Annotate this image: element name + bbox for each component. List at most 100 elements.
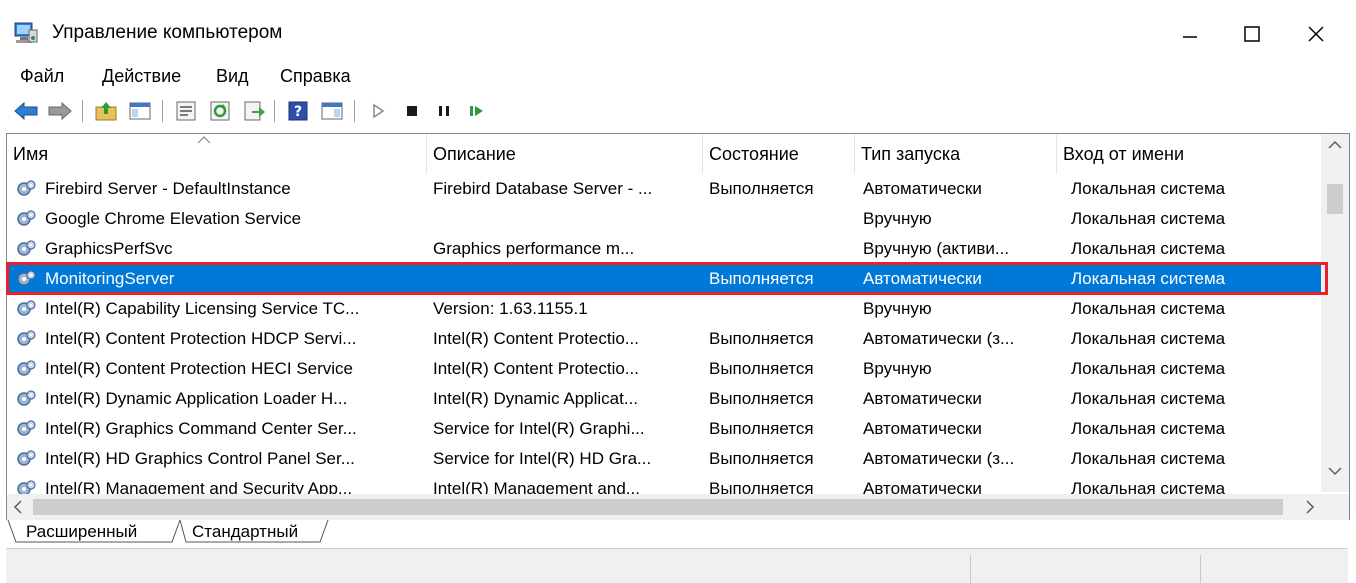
minimize-button[interactable] <box>1160 12 1220 56</box>
services-list[interactable]: Имя Описание Состояние Тип запуска Вход … <box>6 133 1350 521</box>
column-header: Имя Описание Состояние Тип запуска Вход … <box>7 134 1319 174</box>
properties-button[interactable] <box>172 98 200 124</box>
cell-status: Выполняется <box>709 359 814 378</box>
menu-action[interactable]: Действие <box>100 64 183 89</box>
menu-view[interactable]: Вид <box>214 64 251 89</box>
cell-startup: Вручную <box>863 359 932 378</box>
cell-name: Intel(R) Capability Licensing Service TC… <box>45 299 360 318</box>
cell-status: Выполняется <box>709 389 814 408</box>
service-gear-icon <box>17 450 36 466</box>
start-service-icon <box>373 103 385 119</box>
scroll-left-icon[interactable] <box>13 500 23 514</box>
service-gear-icon <box>17 420 36 436</box>
cell-description <box>433 264 697 294</box>
computer-management-icon <box>14 22 38 43</box>
service-gear-icon <box>17 240 36 256</box>
resume-service-button[interactable] <box>462 98 490 124</box>
cell-startup: Автоматически <box>863 389 982 408</box>
table-row-selected[interactable]: MonitoringServer Выполняется Автоматически… <box>7 264 1323 294</box>
cell-name: MonitoringServer <box>45 269 175 288</box>
cell-name: GraphicsPerfSvc <box>45 239 173 258</box>
cell-description: Intel(R) Dynamic Applicat... <box>433 389 639 408</box>
vertical-scrollbar[interactable] <box>1321 134 1349 492</box>
cell-name: Intel(R) HD Graphics Control Panel Ser..… <box>45 449 355 468</box>
cell-description: Version: 1.63.1155.1 <box>433 299 588 318</box>
column-logon-as[interactable]: Вход от имени <box>1057 134 1319 174</box>
pause-service-button[interactable] <box>430 98 458 124</box>
cell-startup: Вручную <box>863 299 932 318</box>
show-hide-button[interactable] <box>318 98 346 124</box>
cell-description: Intel(R) Content Protectio... <box>433 329 639 348</box>
refresh-icon <box>210 101 230 121</box>
table-row[interactable]: Firebird Server - DefaultInstance Firebir… <box>7 174 1323 204</box>
table-row[interactable]: Intel(R) Capability Licensing Service TC… <box>7 294 1323 324</box>
tab-extended[interactable]: Расширенный <box>26 522 137 542</box>
view-tabs: Расширенный Стандартный <box>0 520 1356 546</box>
forward-arrow-icon <box>48 101 72 121</box>
minimize-icon <box>1183 36 1197 38</box>
table-row[interactable]: Intel(R) Graphics Command Center Ser... S… <box>7 414 1323 444</box>
column-startup-type[interactable]: Тип запуска <box>855 134 1057 174</box>
cell-logon: Локальная система <box>1071 299 1226 318</box>
tab-standard[interactable]: Стандартный <box>192 522 298 542</box>
scroll-up-icon[interactable] <box>1328 140 1342 150</box>
column-name[interactable]: Имя <box>7 134 427 174</box>
close-button[interactable] <box>1286 12 1346 56</box>
menu-help[interactable]: Справка <box>278 64 353 89</box>
close-icon <box>1308 26 1324 42</box>
horizontal-scroll-thumb[interactable] <box>33 499 1283 515</box>
show-hide-icon <box>321 102 343 120</box>
maximize-button[interactable] <box>1222 12 1282 56</box>
up-button[interactable] <box>92 98 120 124</box>
cell-name: Firebird Server - DefaultInstance <box>45 179 291 198</box>
cell-name: Intel(R) Dynamic Application Loader H... <box>45 389 348 408</box>
console-tree-button[interactable] <box>126 98 154 124</box>
table-row[interactable]: Intel(R) Content Protection HECI Service… <box>7 354 1323 384</box>
back-button[interactable] <box>12 98 40 124</box>
export-list-icon <box>244 101 265 121</box>
column-status[interactable]: Состояние <box>703 134 855 174</box>
maximize-icon <box>1244 26 1260 42</box>
cell-logon: Локальная система <box>1071 209 1226 228</box>
service-gear-icon <box>17 210 36 226</box>
cell-logon: Локальная система <box>1071 449 1226 468</box>
forward-button[interactable] <box>46 98 74 124</box>
status-bar <box>6 548 1348 583</box>
cell-description: Intel(R) Content Protectio... <box>433 359 639 378</box>
cell-logon: Локальная система <box>1071 269 1226 288</box>
cell-status: Выполняется <box>709 269 814 288</box>
export-list-button[interactable] <box>240 98 268 124</box>
help-button[interactable]: ? <box>284 98 312 124</box>
cell-description: Graphics performance m... <box>433 239 635 258</box>
service-gear-icon <box>17 180 36 196</box>
table-row[interactable]: Intel(R) Content Protection HDCP Servi..… <box>7 324 1323 354</box>
horizontal-scrollbar[interactable] <box>7 494 1349 520</box>
toolbar: ? <box>0 92 1356 130</box>
refresh-button[interactable] <box>206 98 234 124</box>
cell-status <box>709 204 857 234</box>
cell-name: Intel(R) Graphics Command Center Ser... <box>45 419 357 438</box>
menu-bar: Файл Действие Вид Справка <box>0 62 1356 92</box>
cell-startup: Автоматически <box>863 419 982 438</box>
start-service-button[interactable] <box>364 98 392 124</box>
cell-name: Google Chrome Elevation Service <box>45 209 302 228</box>
menu-file[interactable]: Файл <box>18 64 66 89</box>
table-row[interactable]: Google Chrome Elevation Service Вручную Ло… <box>7 204 1323 234</box>
svg-text:?: ? <box>294 104 302 120</box>
table-row[interactable]: Intel(R) HD Graphics Control Panel Ser..… <box>7 444 1323 474</box>
cell-logon: Локальная система <box>1071 179 1226 198</box>
cell-name: Intel(R) Content Protection HECI Service <box>45 359 354 378</box>
table-row[interactable]: GraphicsPerfSvc Graphics performance m...… <box>7 234 1323 264</box>
cell-logon: Локальная система <box>1071 329 1226 348</box>
cell-startup: Автоматически <box>863 269 982 288</box>
stop-service-button[interactable] <box>398 98 426 124</box>
table-row[interactable]: Intel(R) Dynamic Application Loader H...… <box>7 384 1323 414</box>
cell-startup: Автоматически (з... <box>863 329 1015 348</box>
scroll-right-icon[interactable] <box>1305 500 1315 514</box>
vertical-scroll-thumb[interactable] <box>1327 184 1343 214</box>
cell-status <box>709 294 857 324</box>
scroll-down-icon[interactable] <box>1328 466 1342 476</box>
cell-logon: Локальная система <box>1071 419 1226 438</box>
column-description[interactable]: Описание <box>427 134 703 174</box>
cell-description <box>433 204 697 234</box>
